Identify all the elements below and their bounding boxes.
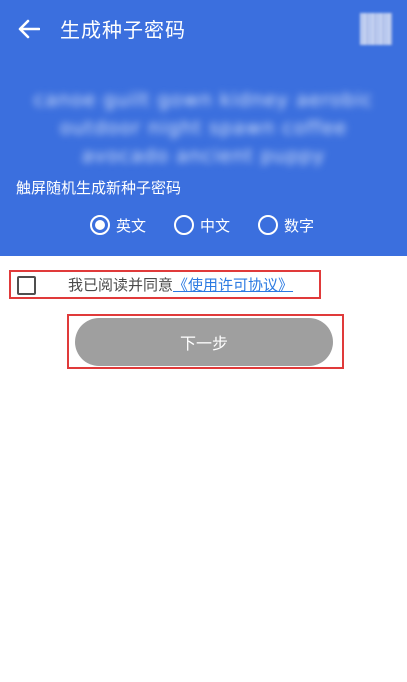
license-agreement-link[interactable]: 《使用许可协议》 — [173, 276, 293, 294]
next-step-button[interactable]: 下一步 — [75, 318, 333, 366]
radio-unselected-icon — [174, 215, 194, 235]
page-title: 生成种子密码 — [60, 18, 186, 42]
back-button[interactable] — [12, 12, 46, 46]
agreement-label: 我已阅读并同意 — [68, 276, 174, 294]
radio-label: 英文 — [116, 216, 147, 235]
agreement-text: 我已阅读并同意《使用许可协议》 — [68, 276, 293, 295]
radio-label: 数字 — [284, 216, 315, 235]
mnemonic-words[interactable]: canoe guilt gown kidney aerobic outdoor … — [20, 86, 387, 170]
radio-selected-icon — [90, 215, 110, 235]
agreement-checkbox[interactable] — [17, 276, 36, 295]
radio-option-english[interactable]: 英文 — [90, 211, 146, 239]
back-arrow-icon — [18, 19, 40, 39]
radio-label: 中文 — [200, 216, 231, 235]
header-bar: 生成种子密码 canoe guilt gown kidney aerobic o… — [0, 0, 407, 256]
radio-unselected-icon — [258, 215, 278, 235]
radio-option-number[interactable]: 数字 — [258, 211, 314, 239]
regenerate-hint: 触屏随机生成新种子密码 — [16, 179, 182, 197]
radio-option-chinese[interactable]: 中文 — [174, 211, 230, 239]
language-radio-group: 英文 中文 数字 — [0, 211, 407, 239]
qr-code-icon[interactable] — [360, 13, 392, 45]
